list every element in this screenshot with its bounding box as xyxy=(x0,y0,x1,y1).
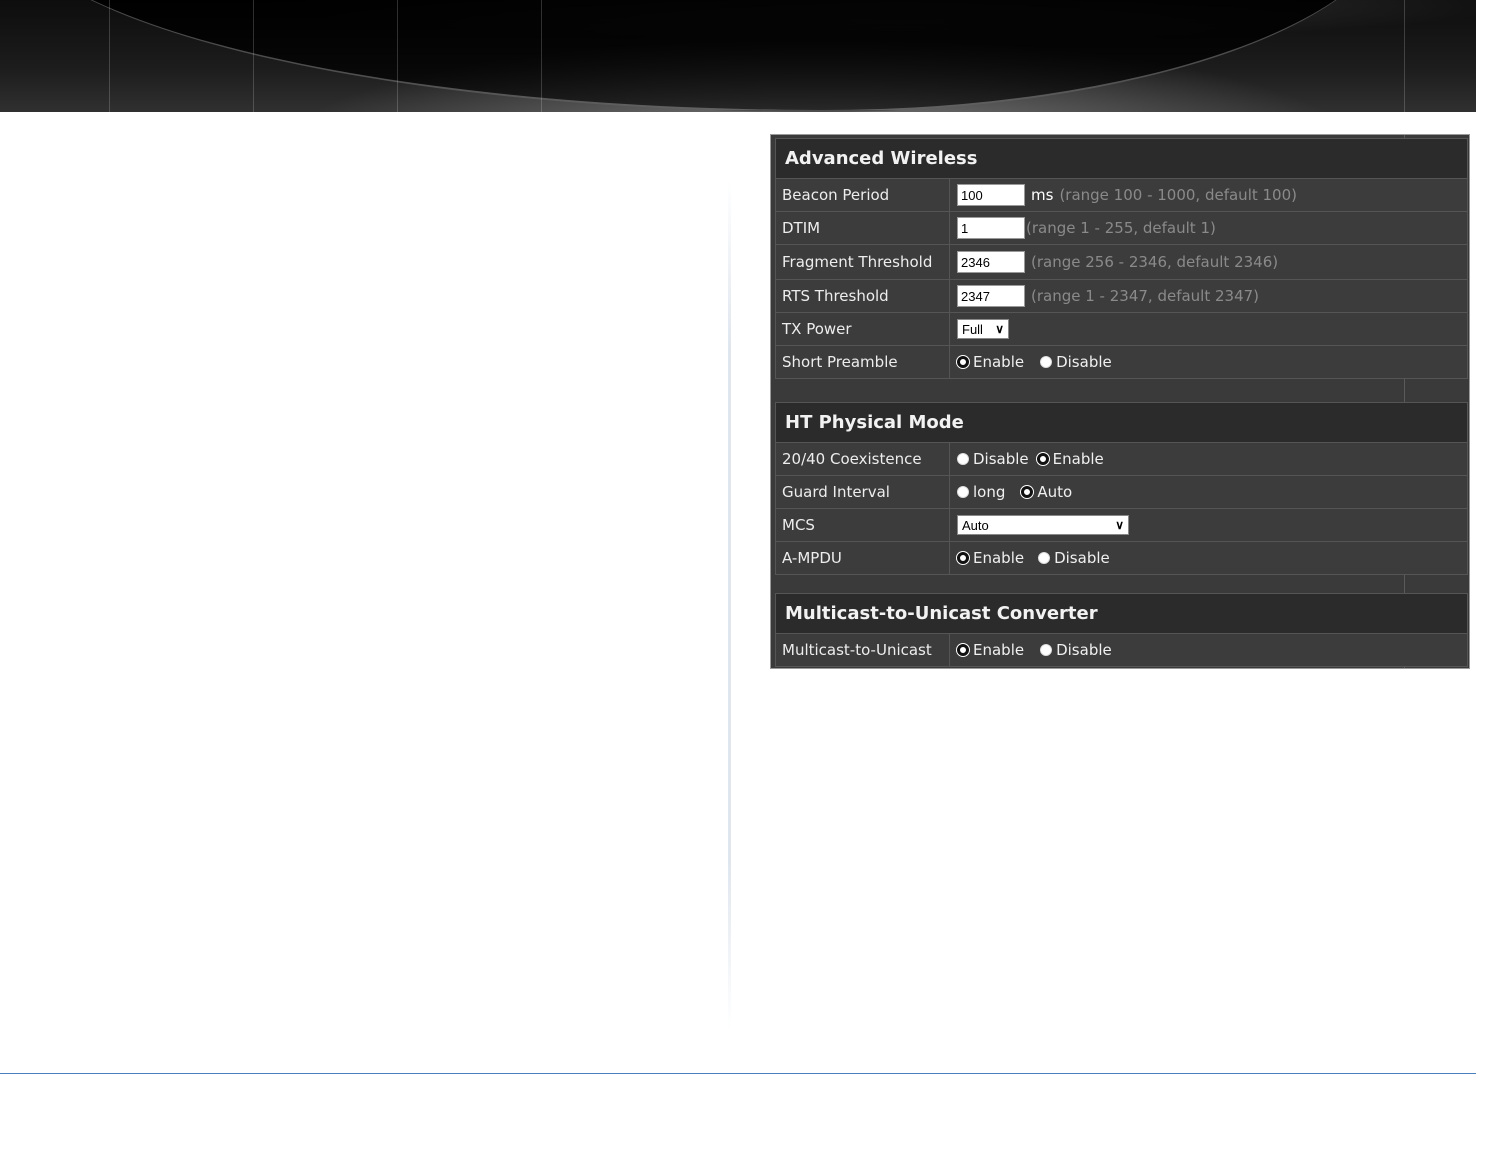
rts-threshold-input[interactable] xyxy=(957,285,1025,307)
banner-stripe xyxy=(541,0,542,112)
field-label: A-MPDU xyxy=(776,542,950,574)
radio-selected-icon xyxy=(1036,453,1049,465)
header-banner xyxy=(0,0,1476,112)
dtim-input[interactable] xyxy=(957,217,1025,239)
radio-selected-icon xyxy=(957,552,969,564)
radio-unselected-icon xyxy=(1040,644,1053,656)
radio-label: long xyxy=(973,483,1006,501)
short-preamble-disable-radio[interactable]: Disable xyxy=(1040,353,1112,371)
radio-label: Disable xyxy=(1056,641,1112,659)
fragment-threshold-row: Fragment Threshold (range 256 - 2346, de… xyxy=(775,245,1468,280)
ampdu-disable-radio[interactable]: Disable xyxy=(1038,549,1110,567)
section-title: Multicast-to-Unicast Converter xyxy=(775,593,1468,634)
banner-stripe xyxy=(109,0,110,112)
field-label: Fragment Threshold xyxy=(776,245,950,279)
field-label: Multicast-to-Unicast xyxy=(776,634,950,666)
radio-label: Enable xyxy=(1052,450,1104,468)
chevron-down-icon: ∨ xyxy=(995,322,1004,336)
section-title: HT Physical Mode xyxy=(775,402,1468,443)
range-hint: (range 1 - 2347, default 2347) xyxy=(1031,287,1260,305)
fragment-threshold-input[interactable] xyxy=(957,251,1025,273)
banner-stripe xyxy=(397,0,398,112)
guard-interval-auto-radio[interactable]: Auto xyxy=(1021,483,1072,501)
field-label: Short Preamble xyxy=(776,346,950,378)
multicast-section: Multicast-to-Unicast Converter Multicast… xyxy=(775,593,1468,667)
guard-interval-row: Guard Interval long Auto xyxy=(775,476,1468,509)
radio-unselected-icon xyxy=(957,486,969,498)
coexistence-disable-radio[interactable]: Disable xyxy=(957,450,1029,468)
beacon-period-row: Beacon Period ms (range 100 - 1000, defa… xyxy=(775,179,1468,212)
unit-label: ms xyxy=(1031,186,1054,204)
field-label: DTIM xyxy=(776,212,950,244)
radio-label: Enable xyxy=(973,641,1025,659)
select-value: Auto xyxy=(962,517,989,533)
radio-unselected-icon xyxy=(1040,356,1053,368)
radio-unselected-icon xyxy=(1038,552,1051,564)
guard-interval-long-radio[interactable]: long xyxy=(957,483,1005,501)
range-hint: (range 256 - 2346, default 2346) xyxy=(1031,253,1279,271)
coexistence-enable-radio[interactable]: Enable xyxy=(1036,450,1104,468)
radio-label: Enable xyxy=(973,353,1025,371)
radio-label: Disable xyxy=(1054,549,1110,567)
field-label: Guard Interval xyxy=(776,476,950,508)
radio-selected-icon xyxy=(957,356,969,368)
field-label: MCS xyxy=(776,509,950,541)
range-hint: (range 1 - 255, default 1) xyxy=(1026,219,1216,237)
field-label: TX Power xyxy=(776,313,950,345)
banner-swoosh xyxy=(0,0,1400,112)
rts-threshold-row: RTS Threshold (range 1 - 2347, default 2… xyxy=(775,280,1468,313)
banner-stripe xyxy=(253,0,254,112)
page-divider xyxy=(728,180,731,1030)
ht-physical-mode-section: HT Physical Mode 20/40 Coexistence Disab… xyxy=(775,402,1468,575)
radio-label: Disable xyxy=(1056,353,1112,371)
tx-power-select[interactable]: Full ∨ xyxy=(957,319,1009,339)
radio-label: Disable xyxy=(973,450,1029,468)
radio-selected-icon xyxy=(957,644,969,656)
banner-stripe xyxy=(1404,0,1405,112)
mcs-select[interactable]: Auto ∨ xyxy=(957,515,1129,535)
chevron-down-icon: ∨ xyxy=(1115,518,1124,532)
field-label: Beacon Period xyxy=(776,179,950,211)
radio-selected-icon xyxy=(1021,486,1034,498)
ampdu-enable-radio[interactable]: Enable xyxy=(957,549,1024,567)
radio-label: Auto xyxy=(1037,483,1073,501)
multicast-disable-radio[interactable]: Disable xyxy=(1040,641,1112,659)
range-hint: (range 100 - 1000, default 100) xyxy=(1059,186,1297,204)
short-preamble-row: Short Preamble Enable Disable xyxy=(775,346,1468,379)
advanced-wireless-section: Advanced Wireless Beacon Period ms (rang… xyxy=(775,138,1468,379)
coexistence-row: 20/40 Coexistence Disable Enable xyxy=(775,443,1468,476)
beacon-period-input[interactable] xyxy=(957,184,1025,206)
field-label: RTS Threshold xyxy=(776,280,950,312)
short-preamble-enable-radio[interactable]: Enable xyxy=(957,353,1024,371)
field-label: 20/40 Coexistence xyxy=(776,443,950,475)
radio-unselected-icon xyxy=(957,453,969,465)
select-value: Full xyxy=(962,321,983,337)
tx-power-row: TX Power Full ∨ xyxy=(775,313,1468,346)
section-title: Advanced Wireless xyxy=(775,138,1468,179)
ampdu-row: A-MPDU Enable Disable xyxy=(775,542,1468,575)
footer-rule xyxy=(0,1073,1476,1074)
mcs-row: MCS Auto ∨ xyxy=(775,509,1468,542)
multicast-enable-radio[interactable]: Enable xyxy=(957,641,1024,659)
settings-screenshot-panel: Advanced Wireless Beacon Period ms (rang… xyxy=(770,134,1470,669)
dtim-row: DTIM (range 1 - 255, default 1) xyxy=(775,212,1468,245)
radio-label: Enable xyxy=(973,549,1025,567)
multicast-row: Multicast-to-Unicast Enable Disable xyxy=(775,634,1468,667)
